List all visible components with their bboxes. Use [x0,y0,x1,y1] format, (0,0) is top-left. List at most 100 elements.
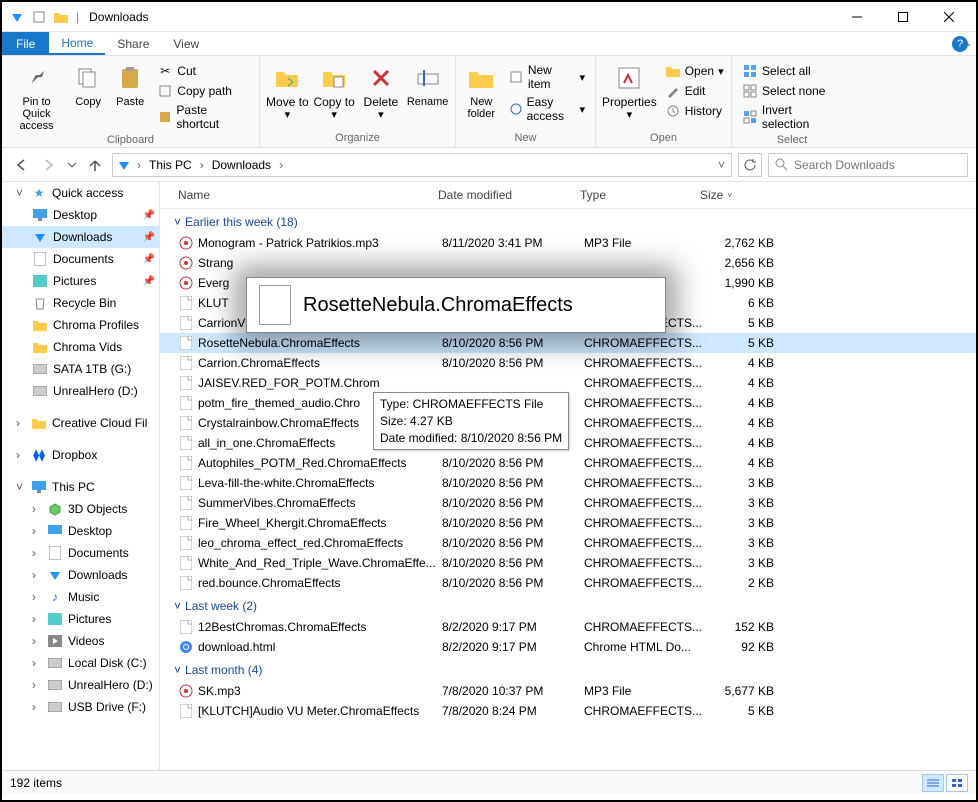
view-tab[interactable]: View [161,32,211,55]
close-button[interactable] [926,2,972,32]
paste-shortcut-button[interactable]: Paste shortcut [153,102,253,132]
file-row[interactable]: White_And_Red_Triple_Wave.ChromaEffe...8… [160,553,976,573]
file-row[interactable]: Carrion.ChromaEffects8/10/2020 8:56 PMCH… [160,353,976,373]
chevron-right-icon[interactable]: › [277,158,285,172]
nav-desktop[interactable]: Desktop📌 [2,204,159,226]
file-row[interactable]: JAISEV.RED_FOR_POTM.ChromCHROMAEFFECTS..… [160,373,976,393]
cut-button[interactable]: ✂Cut [153,62,253,80]
crumb-this-pc[interactable]: This PC [147,158,194,172]
nav-downloads-2[interactable]: ›Downloads [2,564,159,586]
invert-selection-button[interactable]: Invert selection [738,102,846,132]
share-tab[interactable]: Share [105,32,161,55]
file-type: CHROMAEFFECTS... [584,536,704,550]
group-earlier-this-week[interactable]: ˅Earlier this week (18) [160,209,976,233]
file-row[interactable]: [KLUTCH]Audio VU Meter.ChromaEffects7/8/… [160,701,976,721]
file-row[interactable]: Autophiles_POTM_Red.ChromaEffects8/10/20… [160,453,976,473]
col-date[interactable]: Date modified [438,188,580,202]
select-none-button[interactable]: Select none [738,82,846,100]
copy-path-button[interactable]: Copy path [153,82,253,100]
qat-save-icon[interactable] [31,9,47,25]
file-row[interactable]: Monogram - Patrick Patrikios.mp38/11/202… [160,233,976,253]
address-bar[interactable]: › This PC › Downloads › ˅ [112,153,732,177]
nav-3d-objects[interactable]: ›3D Objects [2,498,159,520]
home-tab[interactable]: Home [49,32,105,55]
down-arrow-icon[interactable] [9,9,25,25]
easy-access-button[interactable]: Easy access ▾ [505,94,589,124]
nav-chroma-vids[interactable]: Chroma Vids [2,336,159,358]
refresh-button[interactable] [738,153,762,177]
delete-button[interactable]: Delete ▾ [360,58,403,121]
maximize-button[interactable] [880,2,926,32]
file-row[interactable]: Strang2,656 KB [160,253,976,273]
col-type[interactable]: Type [580,188,700,202]
chevron-down-icon[interactable]: ˅ [716,158,727,172]
file-row[interactable]: download.html8/2/2020 9:17 PMChrome HTML… [160,637,976,657]
crumb-downloads[interactable]: Downloads [210,158,273,172]
nav-unrealhero-2[interactable]: ›UnrealHero (D:) [2,674,159,696]
pin-to-quick-access-button[interactable]: Pin to Quick access [8,58,65,132]
file-row[interactable]: Fire_Wheel_Khergit.ChromaEffects8/10/202… [160,513,976,533]
nav-downloads[interactable]: Downloads📌 [2,226,159,248]
audio-icon [178,235,194,251]
group-last-week[interactable]: ˅Last week (2) [160,593,976,617]
group-last-month[interactable]: ˅Last month (4) [160,657,976,681]
nav-usb-drive[interactable]: ›USB Drive (F:) [2,696,159,718]
forward-button[interactable] [38,154,60,176]
file-row[interactable]: red.bounce.ChromaEffects8/10/2020 8:56 P… [160,573,976,593]
nav-documents[interactable]: Documents📌 [2,248,159,270]
file-row[interactable]: SummerVibes.ChromaEffects8/10/2020 8:56 … [160,493,976,513]
file-row[interactable]: Leva-fill-the-white.ChromaEffects8/10/20… [160,473,976,493]
qat-folder-icon[interactable] [53,9,69,25]
col-name[interactable]: Name [178,188,438,202]
file-tab[interactable]: File [2,32,49,55]
nav-quick-access[interactable]: ˅★Quick access [2,182,159,204]
properties-button[interactable]: Properties ▾ [602,58,657,121]
nav-this-pc[interactable]: ˅This PC [2,476,159,498]
file-name: Autophiles_POTM_Red.ChromaEffects [198,456,442,470]
file-row[interactable]: leo_chroma_effect_red.ChromaEffects8/10/… [160,533,976,553]
nav-videos[interactable]: ›Videos [2,630,159,652]
back-button[interactable] [10,154,32,176]
file-row[interactable]: SK.mp37/8/2020 10:37 PMMP3 File5,677 KB [160,681,976,701]
col-size[interactable]: Size˅ [700,188,770,202]
select-all-button[interactable]: Select all [738,62,846,80]
nav-pictures[interactable]: Pictures📌 [2,270,159,292]
chevron-right-icon[interactable]: › [135,158,143,172]
copy-button[interactable]: Copy [69,58,107,108]
nav-local-disk-c[interactable]: ›Local Disk (C:) [2,652,159,674]
open-button[interactable]: Open ▾ [661,62,728,80]
nav-documents-2[interactable]: ›Documents [2,542,159,564]
nav-unrealhero-drive[interactable]: UnrealHero (D:) [2,380,159,402]
details-view-button[interactable] [922,774,944,792]
new-folder-button[interactable]: New folder [462,58,501,120]
up-button[interactable] [84,154,106,176]
large-icons-view-button[interactable] [946,774,968,792]
move-to-button[interactable]: Move to ▾ [266,58,309,121]
nav-creative-cloud[interactable]: ›Creative Cloud Fil [2,412,159,434]
file-row[interactable]: 12BestChromas.ChromaEffects8/2/2020 9:17… [160,617,976,637]
file-list-pane[interactable]: Name Date modified Type Size˅ ˅Earlier t… [160,182,976,770]
edit-button[interactable]: Edit [661,82,728,100]
history-button[interactable]: History [661,102,728,120]
search-input[interactable]: Search Downloads [768,153,968,177]
nav-recycle-bin[interactable]: Recycle Bin [2,292,159,314]
recent-locations-button[interactable] [66,154,78,176]
ribbon: Pin to Quick access Copy Paste ✂Cut Copy… [2,56,976,148]
rename-button[interactable]: Rename [406,58,449,108]
minimize-button[interactable] [834,2,880,32]
chevron-right-icon[interactable]: › [198,158,206,172]
file-row[interactable]: RosetteNebula.ChromaEffects8/10/2020 8:5… [160,333,976,353]
nav-sata-drive[interactable]: SATA 1TB (G:) [2,358,159,380]
paste-button[interactable]: Paste [111,58,149,108]
help-button[interactable]: ? [952,36,968,52]
nav-dropbox[interactable]: ›⧫⧫Dropbox [2,444,159,466]
file-size: 3 KB [704,536,774,550]
nav-music[interactable]: ›♪Music [2,586,159,608]
new-item-button[interactable]: New item ▾ [505,62,589,92]
nav-desktop-2[interactable]: ›Desktop [2,520,159,542]
copy-to-button[interactable]: Copy to ▾ [313,58,356,121]
navigation-pane[interactable]: ˅★Quick access Desktop📌 Downloads📌 Docum… [2,182,160,770]
nav-chroma-profiles[interactable]: Chroma Profiles [2,314,159,336]
nav-pictures-2[interactable]: ›Pictures [2,608,159,630]
file-icon [178,415,194,431]
